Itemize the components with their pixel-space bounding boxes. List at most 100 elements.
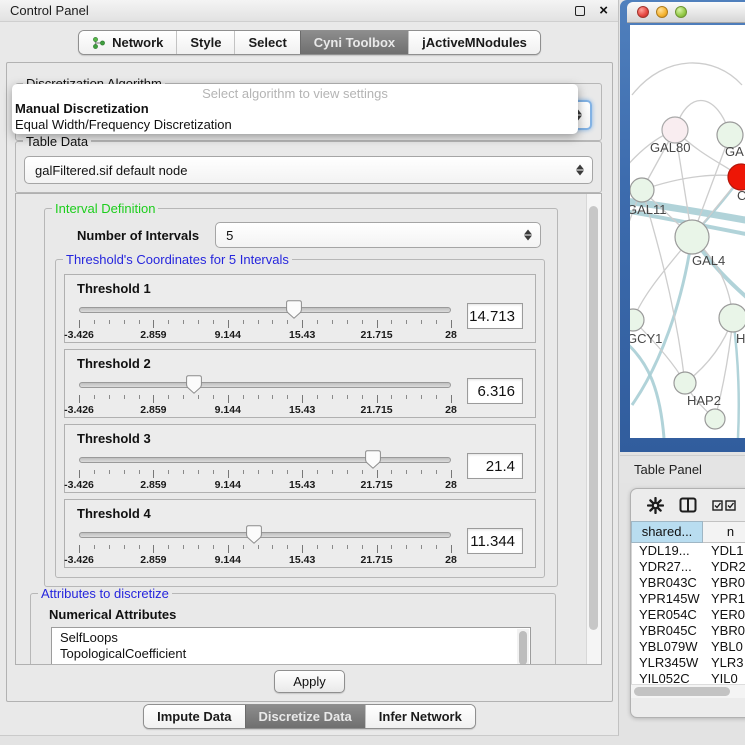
network-node[interactable] xyxy=(630,178,654,202)
tab-label: Discretize Data xyxy=(259,709,352,724)
settings-content: Interval Definition Number of Intervals … xyxy=(16,194,586,664)
node-label: GAL4 xyxy=(692,253,725,268)
table-row[interactable]: YPR145WYPR1 xyxy=(632,591,745,607)
thresholds-group: Threshold's Coordinates for 5 Intervals … xyxy=(55,259,545,578)
algorithm-dropdown-popup: Select algorithm to view settings Manual… xyxy=(12,84,578,134)
table-panel: shared... n YDL19...YDL1YDR27...YDR2YBR0… xyxy=(630,488,745,718)
table-row[interactable]: YDL19...YDL1 xyxy=(632,543,745,559)
column-header-name[interactable]: n xyxy=(703,521,745,543)
tab-discretize-data[interactable]: Discretize Data xyxy=(245,705,365,728)
threshold-value-field[interactable]: 6.316 xyxy=(467,378,523,404)
slider-track[interactable] xyxy=(79,382,451,388)
close-traffic-light-icon[interactable] xyxy=(637,6,649,18)
control-panel: Control Panel × Network Style Select Cyn… xyxy=(0,0,619,736)
cell-name: YBR0 xyxy=(704,575,745,591)
float-icon[interactable] xyxy=(575,6,585,16)
dropdown-option-equal-width[interactable]: Equal Width/Frequency Discretization xyxy=(12,117,578,133)
threshold-value-field[interactable]: 14.713 xyxy=(467,303,523,329)
scrollbar-thumb[interactable] xyxy=(589,206,598,630)
slider-thumb[interactable] xyxy=(286,300,302,322)
tab-jactivemnodules[interactable]: jActiveMNodules xyxy=(408,31,540,54)
list-item[interactable]: BetweennessCentrality xyxy=(60,662,516,664)
table-row[interactable]: YER054CYER0 xyxy=(632,607,745,623)
gear-icon[interactable] xyxy=(647,497,664,514)
tab-network[interactable]: Network xyxy=(79,31,176,54)
table-data-group: Table Data galFiltered.sif default node xyxy=(15,141,602,193)
list-item[interactable]: SelfLoops xyxy=(60,630,516,646)
tab-infer-network[interactable]: Infer Network xyxy=(365,705,475,728)
cell-shared-name: YDR27... xyxy=(632,559,704,575)
network-canvas[interactable]: GAL80GACGAL11GAL4GCY1HHAP2 xyxy=(630,25,745,438)
tab-label: Impute Data xyxy=(157,709,231,724)
numeric-attr-list[interactable]: SelfLoopsTopologicalCoefficientBetweenne… xyxy=(51,627,531,664)
threshold-panel: Threshold 1 -3.4262.8599.14415.4321.7152… xyxy=(64,274,536,343)
tab-select[interactable]: Select xyxy=(234,31,299,54)
slider-track[interactable] xyxy=(79,532,451,538)
cell-name: YIL0 xyxy=(704,671,745,684)
slider-tick-labels: -3.4262.8599.14415.4321.71528 xyxy=(79,404,451,416)
node-label: GCY1 xyxy=(630,331,662,346)
node-label: H xyxy=(736,331,745,346)
column-header-shared-name[interactable]: shared... xyxy=(631,521,703,543)
cell-name: YBR0 xyxy=(704,623,745,639)
table-row[interactable]: YBR045CYBR0 xyxy=(632,623,745,639)
table-row[interactable]: YBR043CYBR0 xyxy=(632,575,745,591)
slider-thumb[interactable] xyxy=(186,375,202,397)
tab-cyni-toolbox[interactable]: Cyni Toolbox xyxy=(300,31,408,54)
tab-style[interactable]: Style xyxy=(176,31,234,54)
tab-label: jActiveMNodules xyxy=(422,35,527,50)
table-row[interactable]: YLR345WYLR3 xyxy=(632,655,745,671)
threshold-slider[interactable]: -3.4262.8599.14415.4321.71528 xyxy=(79,449,451,491)
number-of-intervals-combobox[interactable]: 5 xyxy=(215,222,541,248)
combo-arrows-icon xyxy=(576,165,584,176)
threshold-slider[interactable]: -3.4262.8599.14415.4321.71528 xyxy=(79,299,451,341)
cyni-panel: Discretization Algorithm Table Data galF… xyxy=(6,62,613,702)
slider-ticks xyxy=(79,395,451,404)
threshold-panel: Threshold 2 -3.4262.8599.14415.4321.7152… xyxy=(64,349,536,418)
network-node[interactable] xyxy=(674,372,696,394)
slider-track[interactable] xyxy=(79,457,451,463)
table-row[interactable]: YDR27...YDR2 xyxy=(632,559,745,575)
table-data-combobox[interactable]: galFiltered.sif default node xyxy=(24,156,593,184)
select-columns-icon[interactable] xyxy=(712,500,736,511)
threshold-value-field[interactable]: 11.344 xyxy=(467,528,523,554)
threshold-slider[interactable]: -3.4262.8599.14415.4321.71528 xyxy=(79,524,451,566)
dropdown-option-manual[interactable]: Manual Discretization xyxy=(12,101,578,117)
cell-shared-name: YBR045C xyxy=(632,623,704,639)
scrollbar-thumb[interactable] xyxy=(634,687,730,696)
threshold-list: Threshold 1 -3.4262.8599.14415.4321.7152… xyxy=(64,274,536,568)
threshold-label: Threshold 4 xyxy=(77,506,525,521)
panel-scrollbar[interactable] xyxy=(586,194,601,664)
network-node[interactable] xyxy=(728,164,745,190)
network-view-window[interactable]: GAL80GACGAL11GAL4GCY1HHAP2 xyxy=(620,0,745,452)
network-node[interactable] xyxy=(630,309,644,331)
slider-thumb[interactable] xyxy=(246,525,262,547)
network-window-titlebar xyxy=(627,2,745,23)
slider-thumb[interactable] xyxy=(365,450,381,472)
cell-name: YBL0 xyxy=(704,639,745,655)
table-hscrollbar[interactable] xyxy=(631,684,745,698)
tab-impute-data[interactable]: Impute Data xyxy=(144,705,244,728)
zoom-traffic-light-icon[interactable] xyxy=(675,6,687,18)
list-scrollbar[interactable] xyxy=(517,629,529,664)
list-item[interactable]: TopologicalCoefficient xyxy=(60,646,516,662)
network-canvas-svg: GAL80GACGAL11GAL4GCY1HHAP2 xyxy=(630,25,745,438)
network-node[interactable] xyxy=(705,409,725,429)
table-row[interactable]: YIL052CYIL0 xyxy=(632,671,745,684)
split-columns-icon[interactable] xyxy=(679,497,697,513)
node-label: GAL80 xyxy=(650,140,690,155)
close-icon[interactable]: × xyxy=(599,6,608,16)
threshold-panel: Threshold 4 -3.4262.8599.14415.4321.7152… xyxy=(64,499,536,568)
threshold-slider[interactable]: -3.4262.8599.14415.4321.71528 xyxy=(79,374,451,416)
table-row[interactable]: YBL079WYBL0 xyxy=(632,639,745,655)
table-data-group-title: Table Data xyxy=(23,135,91,148)
network-node[interactable] xyxy=(719,304,745,332)
threshold-value-field[interactable]: 21.4 xyxy=(467,453,523,479)
slider-track[interactable] xyxy=(79,307,451,313)
table-data-value: galFiltered.sif default node xyxy=(35,163,187,178)
slider-tick-labels: -3.4262.8599.14415.4321.71528 xyxy=(79,554,451,566)
network-node[interactable] xyxy=(675,220,709,254)
interval-group-title: Interval Definition xyxy=(52,202,158,215)
minimize-traffic-light-icon[interactable] xyxy=(656,6,668,18)
apply-button[interactable]: Apply xyxy=(274,670,345,693)
